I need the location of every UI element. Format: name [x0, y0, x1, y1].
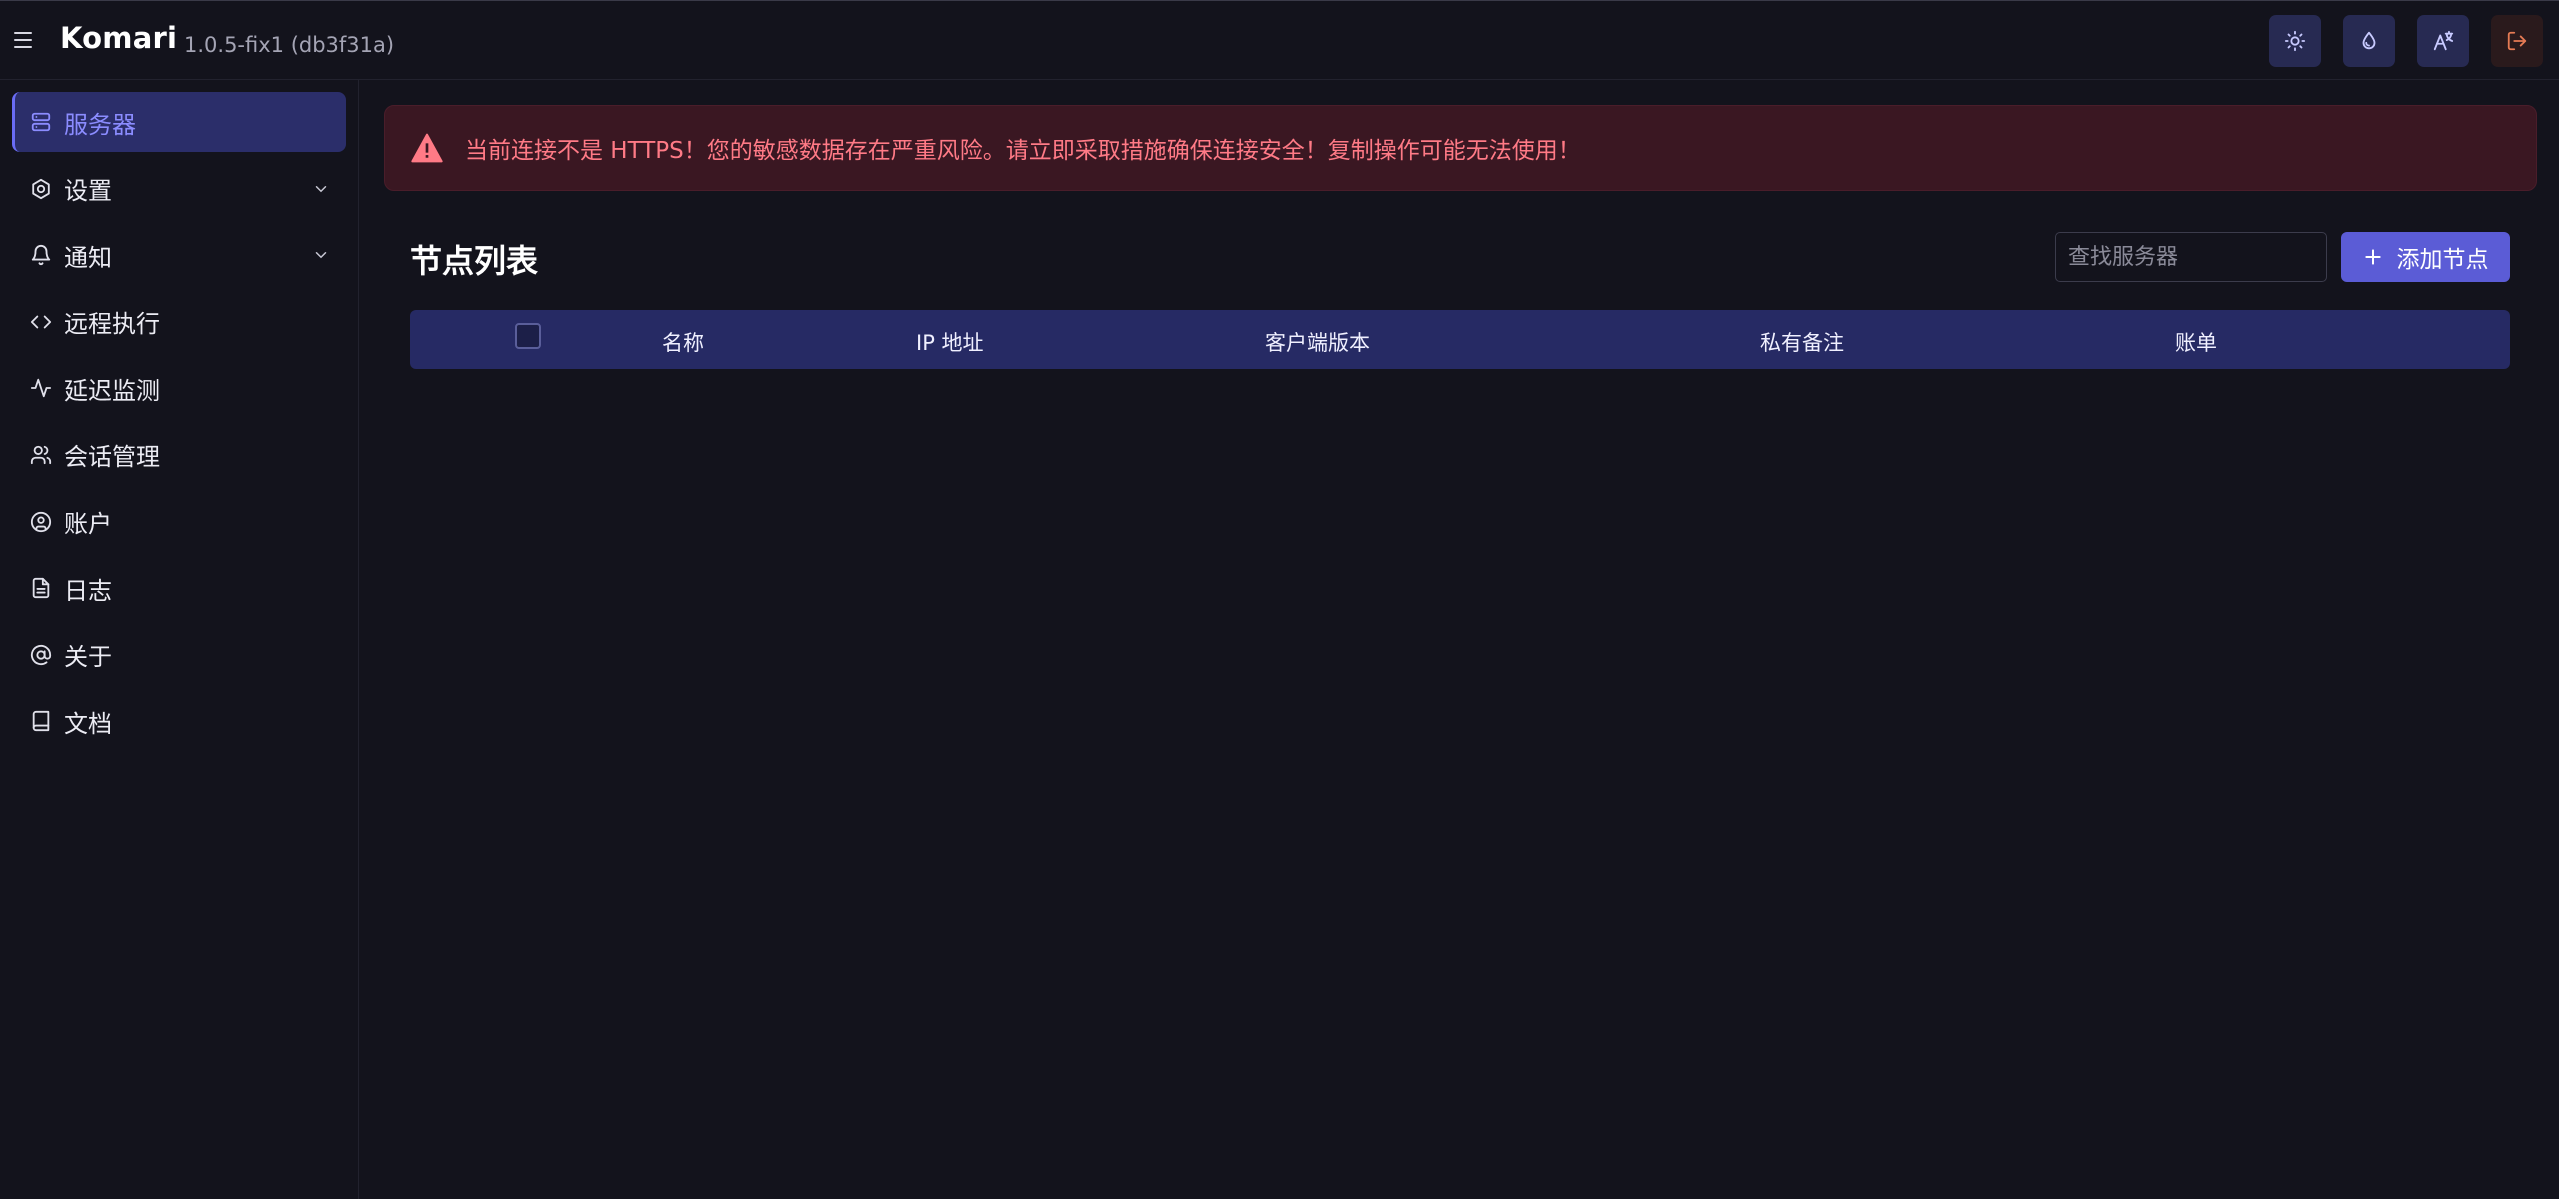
- sidebar-item-label: 文档: [64, 709, 112, 738]
- column-header-private-note[interactable]: 私有备注: [1760, 327, 1844, 357]
- top-bar: Komari 1.0.5-fix1 (db3f31a): [0, 0, 2559, 80]
- sidebar-item-logs[interactable]: 日志: [12, 558, 346, 618]
- sidebar-item-label: 设置: [64, 177, 112, 206]
- code-icon: [30, 315, 52, 329]
- language-button[interactable]: [2417, 15, 2469, 67]
- brand-logo: Komari: [60, 21, 178, 55]
- activity-icon: [30, 379, 52, 398]
- sidebar-item-label: 日志: [64, 576, 112, 605]
- add-node-label: 添加节点: [2396, 247, 2489, 273]
- logout-icon: [2507, 31, 2527, 51]
- column-header-billing[interactable]: 账单: [2175, 327, 2217, 357]
- translate-icon: [2433, 30, 2454, 51]
- file-text-icon: [32, 578, 50, 599]
- settings-icon: [32, 178, 50, 199]
- sidebar-item-docs[interactable]: 文档: [12, 691, 346, 751]
- sidebar-item-label: 延迟监测: [64, 376, 160, 405]
- https-warning-alert: 当前连接不是 HTTPS！您的敏感数据存在严重风险。请立即采取措施确保连接安全！…: [384, 105, 2537, 191]
- book-icon: [32, 711, 50, 732]
- sidebar-item-label: 会话管理: [64, 443, 160, 472]
- select-all-checkbox[interactable]: [515, 323, 541, 349]
- sidebar-item-label: 关于: [64, 643, 112, 672]
- warning-triangle-icon: [411, 133, 443, 163]
- column-header-name[interactable]: 名称: [662, 327, 704, 357]
- color-theme-button[interactable]: [2343, 15, 2395, 67]
- theme-toggle-button[interactable]: [2269, 15, 2321, 67]
- column-header-ip[interactable]: IP 地址: [916, 327, 984, 357]
- menu-icon[interactable]: [14, 25, 38, 55]
- add-node-button[interactable]: 添加节点: [2341, 232, 2510, 282]
- page-title: 节点列表: [410, 242, 539, 280]
- sidebar-item-account[interactable]: 账户: [12, 492, 346, 552]
- sidebar: 服务器 设置 通知 远程执行 延迟监测 会话管理 账户 日志 关于 文档: [0, 80, 359, 1199]
- sidebar-item-label: 通知: [64, 243, 112, 272]
- table-header: 名称 IP 地址 客户端版本 私有备注 账单: [410, 310, 2510, 369]
- sidebar-item-settings[interactable]: 设置: [12, 159, 346, 219]
- top-actions: [2269, 15, 2543, 67]
- sidebar-item-latency[interactable]: 延迟监测: [12, 358, 346, 418]
- at-sign-icon: [30, 644, 52, 665]
- sidebar-item-label: 服务器: [64, 110, 136, 139]
- alert-message: 当前连接不是 HTTPS！您的敏感数据存在严重风险。请立即采取措施确保连接安全！…: [465, 138, 1581, 164]
- droplet-icon: [2362, 31, 2376, 50]
- server-icon: [31, 112, 51, 132]
- sidebar-item-notifications[interactable]: 通知: [12, 225, 346, 285]
- column-header-client-version[interactable]: 客户端版本: [1265, 327, 1370, 357]
- sun-icon: [2284, 30, 2306, 52]
- search-input[interactable]: [2055, 232, 2327, 282]
- sidebar-item-remote-exec[interactable]: 远程执行: [12, 292, 346, 352]
- user-circle-icon: [30, 511, 52, 532]
- chevron-down-icon: [315, 252, 327, 259]
- version-label: 1.0.5-fix1 (db3f31a): [184, 33, 395, 57]
- logout-button[interactable]: [2491, 15, 2543, 67]
- chevron-down-icon: [315, 185, 327, 192]
- sidebar-item-about[interactable]: 关于: [12, 625, 346, 685]
- sidebar-item-label: 账户: [64, 510, 112, 539]
- plus-icon: [2364, 249, 2381, 265]
- sidebar-item-label: 远程执行: [64, 310, 160, 339]
- sidebar-item-servers[interactable]: 服务器: [12, 92, 346, 152]
- users-icon: [30, 445, 52, 465]
- bell-icon: [31, 245, 51, 266]
- sidebar-item-sessions[interactable]: 会话管理: [12, 425, 346, 485]
